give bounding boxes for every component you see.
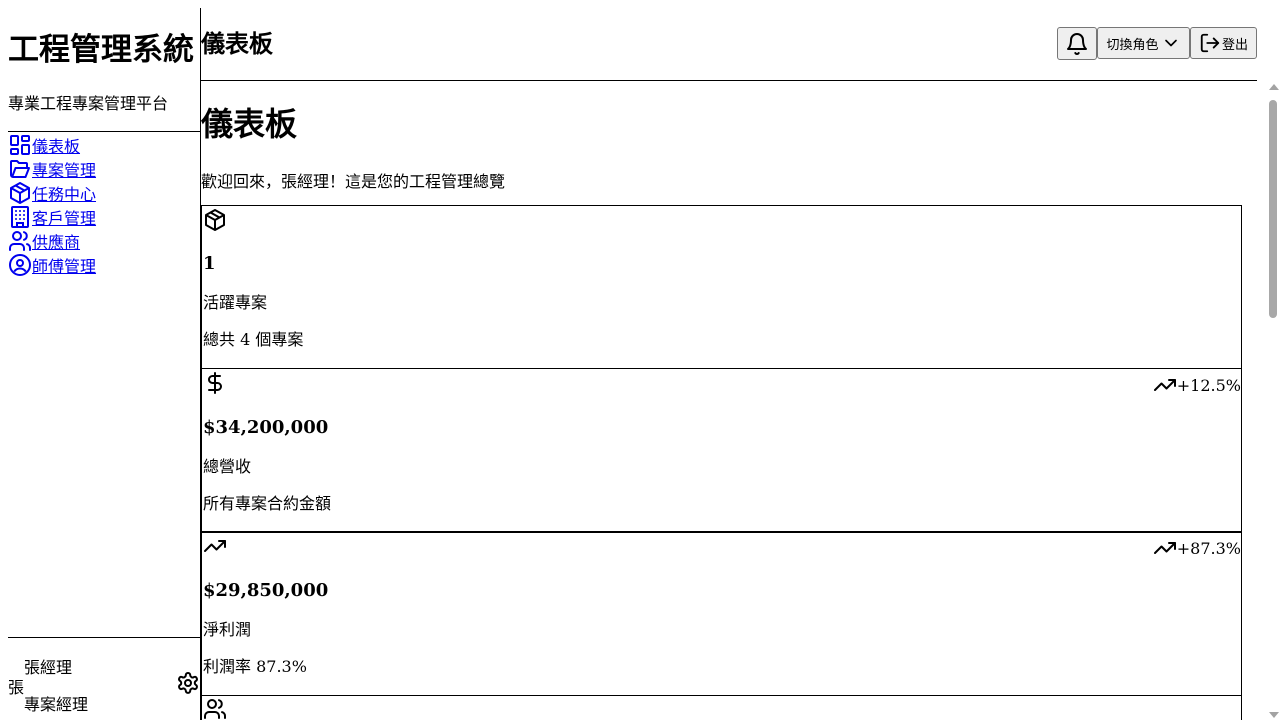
avatar: 張 (8, 678, 25, 697)
dashboard-heading: 儀表板 (201, 105, 298, 143)
logout-label: 登出 (1221, 37, 1248, 53)
trending-up-icon (1153, 542, 1176, 554)
sidebar-item-label: 師傅管理 (32, 257, 97, 276)
app-title: 工程管理系統 (8, 32, 194, 68)
dollar-icon (208, 372, 222, 394)
sidebar-item-workers[interactable]: 師傅管理 (8, 253, 96, 277)
role-switch-button[interactable]: 切換角色 (1097, 27, 1190, 59)
topbar: 儀表板 切換角色 登出 (201, 8, 1257, 81)
trending-up-icon (204, 540, 226, 552)
chevron-down-icon (1164, 39, 1177, 47)
trend-value: +87.3% (1176, 538, 1241, 558)
role-switch-label: 切換角色 (1106, 37, 1159, 53)
main-content: 儀表板 歡迎回來，張經理！這是您的工程管理總覽 1 活躍專案 總共 4 個專案 … (201, 82, 1267, 720)
user-role: 專案經理 (24, 695, 89, 714)
users-icon (9, 231, 32, 251)
sidebar-item-tasks[interactable]: 任務中心 (8, 181, 96, 205)
user-circle-icon (9, 254, 31, 276)
stat-value: $29,850,000 (203, 580, 329, 601)
scrollbar[interactable] (1267, 82, 1280, 720)
sidebar-item-clients[interactable]: 客戶管理 (8, 205, 96, 229)
trending-up-icon (1153, 379, 1176, 391)
sidebar-divider (8, 637, 201, 638)
folder-icon (10, 160, 30, 178)
stat-subtext: 利潤率 87.3% (203, 657, 307, 676)
stat-card-partial (201, 695, 1242, 720)
bell-icon (1067, 32, 1087, 55)
sidebar-item-label: 專案管理 (32, 161, 97, 180)
app-subtitle: 專業工程專案管理平台 (8, 94, 169, 113)
trend-value: +12.5% (1176, 375, 1241, 395)
sidebar-item-projects[interactable]: 專案管理 (8, 157, 96, 181)
stat-subtext: 所有專案合約金額 (203, 494, 332, 513)
logout-icon (1200, 33, 1220, 53)
logout-button[interactable]: 登出 (1190, 27, 1257, 59)
scroll-down-arrow-icon[interactable] (1269, 712, 1279, 718)
sidebar: 工程管理系統 專業工程專案管理平台 儀表板 專案管理 任務中心 客戶管理 供應商… (8, 8, 201, 720)
trend-indicator: +12.5% (1153, 373, 1241, 397)
user-name: 張經理 (24, 658, 73, 677)
stat-label: 淨利潤 (203, 620, 252, 639)
sidebar-item-suppliers[interactable]: 供應商 (8, 229, 96, 253)
stat-label: 活躍專案 (203, 293, 268, 312)
stat-card-active-projects: 1 活躍專案 總共 4 個專案 (201, 205, 1242, 369)
users-icon (204, 699, 227, 719)
sidebar-item-label: 客戶管理 (32, 209, 97, 228)
stat-label: 總營收 (203, 457, 252, 476)
stat-value: $34,200,000 (203, 417, 329, 438)
stat-card-net-profit: +87.3% $29,850,000 淨利潤 利潤率 87.3% (201, 532, 1242, 696)
sidebar-item-label: 任務中心 (32, 185, 97, 204)
sidebar-item-label: 供應商 (32, 233, 81, 252)
box-icon (205, 209, 225, 231)
stat-value: 1 (203, 253, 216, 274)
sidebar-item-dashboard[interactable]: 儀表板 (8, 133, 96, 157)
trend-indicator: +87.3% (1153, 536, 1241, 560)
scroll-up-arrow-icon[interactable] (1269, 84, 1279, 90)
building-icon (11, 206, 29, 228)
scroll-thumb[interactable] (1269, 100, 1277, 318)
sidebar-divider (8, 131, 201, 132)
stat-card-revenue: +12.5% $34,200,000 總營收 所有專案合約金額 (201, 368, 1242, 532)
dashboard-grid-icon (10, 135, 30, 155)
box-icon (10, 182, 30, 204)
sidebar-nav: 儀表板 專案管理 任務中心 客戶管理 供應商 師傅管理 (8, 133, 96, 277)
gear-icon[interactable] (176, 671, 200, 695)
sidebar-item-label: 儀表板 (32, 137, 81, 156)
page-title: 儀表板 (201, 29, 273, 58)
stat-subtext: 總共 4 個專案 (203, 330, 304, 349)
notifications-button[interactable] (1057, 27, 1097, 60)
welcome-message: 歡迎回來，張經理！這是您的工程管理總覽 (201, 172, 506, 191)
